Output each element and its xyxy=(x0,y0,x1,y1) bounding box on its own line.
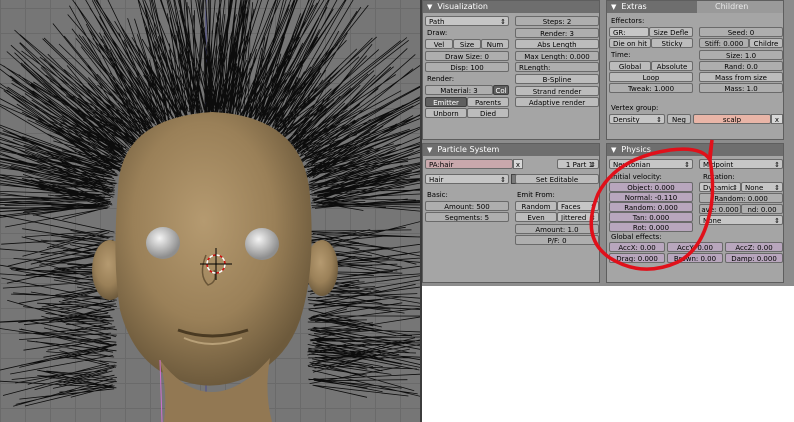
pf-field[interactable]: P/F: 0 xyxy=(515,235,599,245)
drag-field[interactable]: Drag: 0.000 xyxy=(609,253,665,263)
num-toggle[interactable]: Num xyxy=(481,39,509,49)
emit-from-select[interactable]: Faces xyxy=(557,201,599,211)
brown-field[interactable]: Brown: 0.00 xyxy=(667,253,723,263)
amount-field[interactable]: Amount: 500 xyxy=(425,201,509,211)
visualization-panel: ▼Visualization Path Draw: Vel Size Num D… xyxy=(422,0,600,140)
physics-header[interactable]: ▼ Physics xyxy=(607,144,783,156)
rand-field[interactable]: Rand: 0.0 xyxy=(699,61,783,71)
max-length-field[interactable]: Max Length: 0.000 xyxy=(515,51,599,61)
col-toggle[interactable]: Col xyxy=(493,85,509,95)
absolute-toggle[interactable]: Absolute xyxy=(651,61,693,71)
draw-label: Draw: xyxy=(427,29,448,37)
vertex-group-label: Vertex group: xyxy=(611,104,659,112)
3d-viewport[interactable] xyxy=(0,0,420,422)
buttons-window: ▼Visualization Path Draw: Vel Size Num D… xyxy=(422,0,794,286)
die-on-hit-toggle[interactable]: Die on hit xyxy=(609,38,651,48)
died-toggle[interactable]: Died xyxy=(467,108,509,118)
size-deflect-toggle[interactable]: Size Defle xyxy=(649,27,693,37)
tweak-field[interactable]: Tweak: 1.000 xyxy=(609,83,693,93)
stiff-field[interactable]: Stiff: 0.000 xyxy=(699,38,749,48)
draw-size-field[interactable]: Draw Size: 0 xyxy=(425,51,509,61)
clear-vertex-group-button[interactable]: x xyxy=(771,114,783,124)
rlength-field[interactable]: RLength: xyxy=(515,62,599,72)
jitter-amount-field[interactable]: Amount: 1.0 xyxy=(515,224,599,234)
effectors-label: Effectors: xyxy=(611,17,645,25)
rotation-mode-select[interactable]: Dynamic xyxy=(699,182,741,192)
integrator-select[interactable]: Midpoint xyxy=(699,159,783,169)
particle-type-select[interactable]: Hair xyxy=(425,174,509,184)
physics-type-select[interactable]: Newtonian xyxy=(609,159,693,169)
particle-system-header[interactable]: ▼ Particle System xyxy=(423,144,599,156)
basic-label: Basic: xyxy=(427,191,448,199)
neg-toggle[interactable]: Neg xyxy=(667,114,691,124)
sticky-toggle[interactable]: Sticky xyxy=(651,38,693,48)
mass-from-size-toggle[interactable]: Mass from size xyxy=(699,72,783,82)
collapse-triangle-icon[interactable]: ▼ xyxy=(427,1,432,13)
particle-system-panel: ▼Particle System PA:hair x 1 Part 1 Hair… xyxy=(422,143,600,283)
extras-tab[interactable]: ▼ Extras xyxy=(607,1,697,13)
time-label: Time: xyxy=(611,51,631,59)
rot-velocity-field[interactable]: Rot: 0.000 xyxy=(609,222,693,232)
unlink-settings-button[interactable]: x xyxy=(513,159,523,169)
angular-velocity-field[interactable]: ave: 0.000 xyxy=(699,204,741,214)
rotation-label: Rotation: xyxy=(703,173,735,181)
strand-render-toggle[interactable]: Strand render xyxy=(515,86,599,96)
children-toggle[interactable]: Childre xyxy=(749,38,783,48)
even-toggle[interactable]: Even xyxy=(515,212,557,222)
set-editable-button[interactable]: Set Editable xyxy=(515,174,599,184)
material-field[interactable]: Material: 3 xyxy=(425,85,493,95)
render-label: Render: xyxy=(427,75,455,83)
vertex-group-type-select[interactable]: Density xyxy=(609,114,665,124)
object-velocity-field[interactable]: Object: 0.000 xyxy=(609,182,693,192)
distribution-select[interactable]: Jittered xyxy=(557,212,599,222)
collapse-triangle-icon[interactable]: ▼ xyxy=(611,144,616,156)
global-effects-label: Global effects: xyxy=(611,233,662,241)
rotation-axis-select[interactable]: None xyxy=(741,182,783,192)
damp-field[interactable]: Damp: 0.000 xyxy=(725,253,783,263)
render-steps-field[interactable]: Render: 3 xyxy=(515,28,599,38)
vel-toggle[interactable]: Vel xyxy=(425,39,453,49)
disp-field[interactable]: Disp: 100 xyxy=(425,62,509,72)
particle-system-index-select[interactable]: 1 Part 1 xyxy=(557,159,599,169)
rotation-random-field[interactable]: Random: 0.000 xyxy=(699,193,783,203)
left-eye xyxy=(146,227,180,259)
seed-field[interactable]: Seed: 0 xyxy=(699,27,783,37)
accy-field[interactable]: AccY: 0.00 xyxy=(667,242,723,252)
loop-toggle[interactable]: Loop xyxy=(609,72,693,82)
angular-mode-select[interactable]: None xyxy=(699,215,783,225)
visualization-header[interactable]: ▼ Visualization xyxy=(423,1,599,13)
segments-field[interactable]: Segments: 5 xyxy=(425,212,509,222)
bspline-toggle[interactable]: B-Spline xyxy=(515,74,599,84)
mass-field[interactable]: Mass: 1.0 xyxy=(699,83,783,93)
tan-velocity-field[interactable]: Tan: 0.000 xyxy=(609,212,693,222)
collapse-triangle-icon[interactable]: ▼ xyxy=(611,1,616,13)
draw-type-select[interactable]: Path xyxy=(425,16,509,26)
right-eye xyxy=(245,228,279,260)
extras-panel: ▼ Extras Children Effectors: GR: Size Def… xyxy=(606,0,784,140)
adaptive-render-toggle[interactable]: Adaptive render xyxy=(515,97,599,107)
viewport-scene xyxy=(0,0,420,422)
initial-velocity-label: Initial velocity: xyxy=(611,173,662,181)
normal-velocity-field[interactable]: Normal: -0.110 xyxy=(609,192,693,202)
emit-from-label: Emit From: xyxy=(517,191,555,199)
group-field[interactable]: GR: xyxy=(609,27,649,37)
accz-field[interactable]: AccZ: 0.00 xyxy=(725,242,783,252)
particle-settings-name-field[interactable]: PA:hair xyxy=(425,159,513,169)
accx-field[interactable]: AccX: 0.00 xyxy=(609,242,665,252)
children-tab[interactable]: Children xyxy=(697,1,783,13)
collapse-triangle-icon[interactable]: ▼ xyxy=(427,144,432,156)
abs-length-toggle[interactable]: Abs Length xyxy=(515,39,599,49)
random-phase-field[interactable]: nd: 0.00 xyxy=(741,204,783,214)
size-field[interactable]: Size: 1.0 xyxy=(699,50,783,60)
global-toggle[interactable]: Global xyxy=(609,61,651,71)
vertex-group-name-field[interactable]: scalp xyxy=(693,114,771,124)
random-velocity-field[interactable]: Random: 0.000 xyxy=(609,202,693,212)
emitter-toggle[interactable]: Emitter xyxy=(425,97,467,107)
unborn-toggle[interactable]: Unborn xyxy=(425,108,467,118)
size-toggle[interactable]: Size xyxy=(453,39,481,49)
random-toggle[interactable]: Random xyxy=(515,201,557,211)
parents-toggle[interactable]: Parents xyxy=(467,97,509,107)
steps-field[interactable]: Steps: 2 xyxy=(515,16,599,26)
physics-panel: ▼Physics Newtonian Midpoint Initial velo… xyxy=(606,143,784,283)
